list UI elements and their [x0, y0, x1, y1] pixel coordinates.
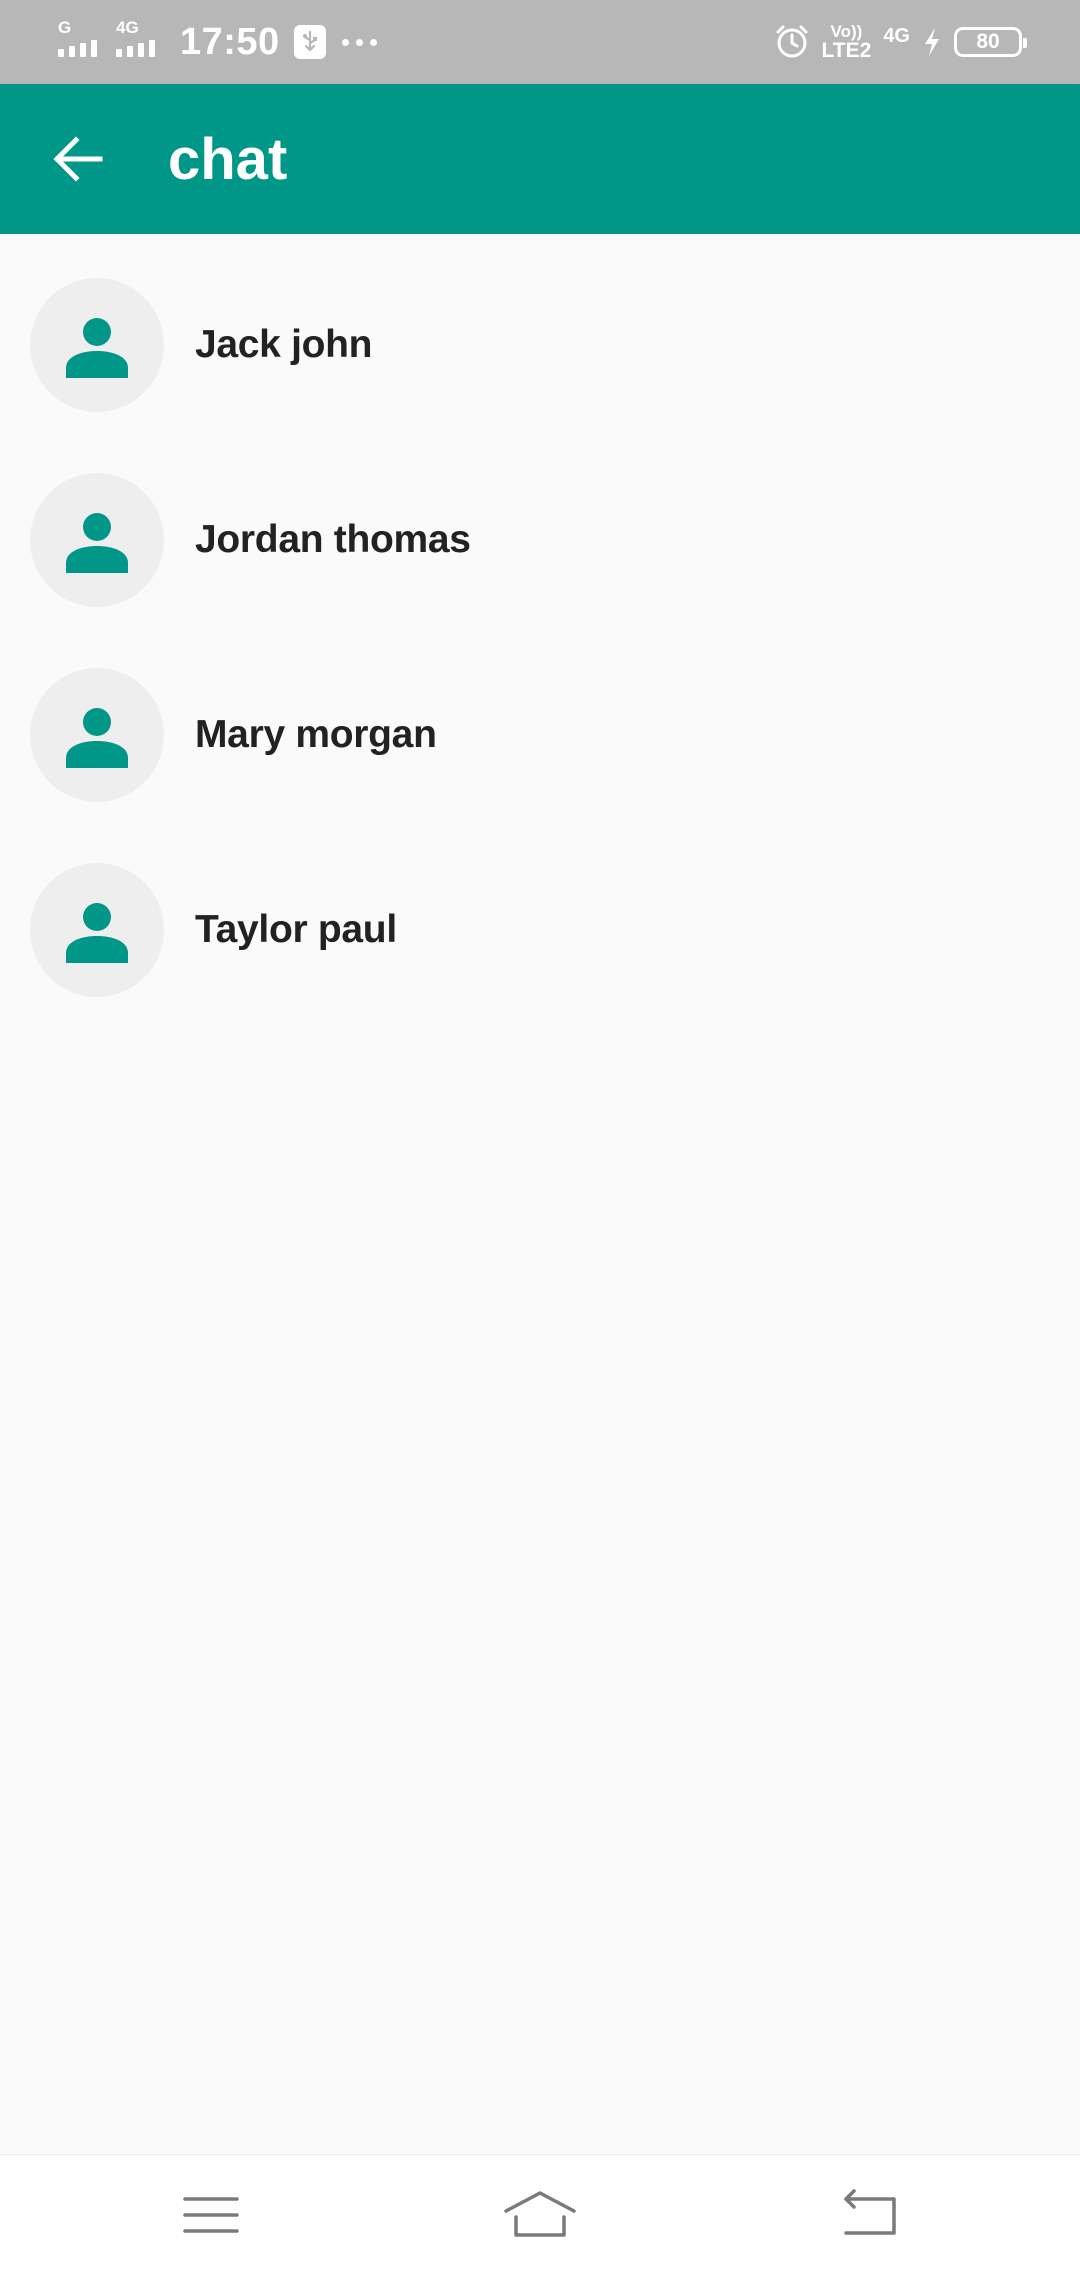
status-right: Vo)) LTE2 4G 80: [774, 0, 1027, 84]
signal-icon: 4G: [116, 0, 174, 84]
more-dots-icon: [341, 38, 377, 46]
avatar: [30, 278, 164, 412]
signal-icon: G: [58, 0, 116, 84]
list-item[interactable]: Jordan thomas: [0, 473, 1080, 668]
contact-name: Jordan thomas: [195, 518, 471, 561]
person-icon: [66, 513, 128, 573]
avatar: [30, 863, 164, 997]
usb-icon: [293, 25, 326, 59]
avatar: [30, 473, 164, 607]
person-icon: [66, 318, 128, 378]
sim2-network-label: 4G: [116, 18, 139, 37]
battery-icon: 80: [954, 27, 1027, 57]
navigation-bar: [0, 2154, 1080, 2280]
status-left: G 4G 17:50: [58, 0, 377, 84]
volte-top-label: Vo)): [830, 22, 863, 41]
app-bar: chat: [0, 84, 1080, 234]
contact-name: Jack john: [195, 323, 373, 366]
contact-name: Taylor paul: [195, 908, 397, 951]
list-item[interactable]: Jack john: [0, 278, 1080, 473]
alarm-icon: [776, 25, 808, 58]
list-item[interactable]: Taylor paul: [0, 863, 1080, 1058]
person-icon: [66, 903, 128, 963]
avatar: [30, 668, 164, 802]
contact-name: Mary morgan: [195, 713, 437, 756]
volte-indicator: Vo)) LTE2: [822, 23, 872, 61]
menu-icon[interactable]: [171, 2185, 251, 2245]
volte-bottom-label: LTE2: [821, 39, 872, 62]
charging-icon: [925, 28, 939, 56]
home-icon[interactable]: [500, 2185, 580, 2245]
back-icon[interactable]: [830, 2185, 910, 2245]
arrow-back-icon[interactable]: [48, 129, 108, 189]
status-time: 17:50: [180, 20, 280, 63]
person-icon: [66, 708, 128, 768]
list-item[interactable]: Mary morgan: [0, 668, 1080, 863]
page-title: chat: [168, 127, 288, 192]
chat-list: Jack john Jordan thomas Mary morgan Tayl…: [0, 234, 1080, 1058]
status-bar: G 4G 17:50 Vo)) LTE2 4G 80: [0, 0, 1080, 84]
sim1-network-label: G: [58, 18, 72, 37]
battery-level: 80: [976, 30, 1000, 53]
screen: G 4G 17:50 Vo)) LTE2 4G 80 chat Jack joh…: [0, 0, 1080, 2280]
network-type-label: 4G: [883, 24, 910, 47]
